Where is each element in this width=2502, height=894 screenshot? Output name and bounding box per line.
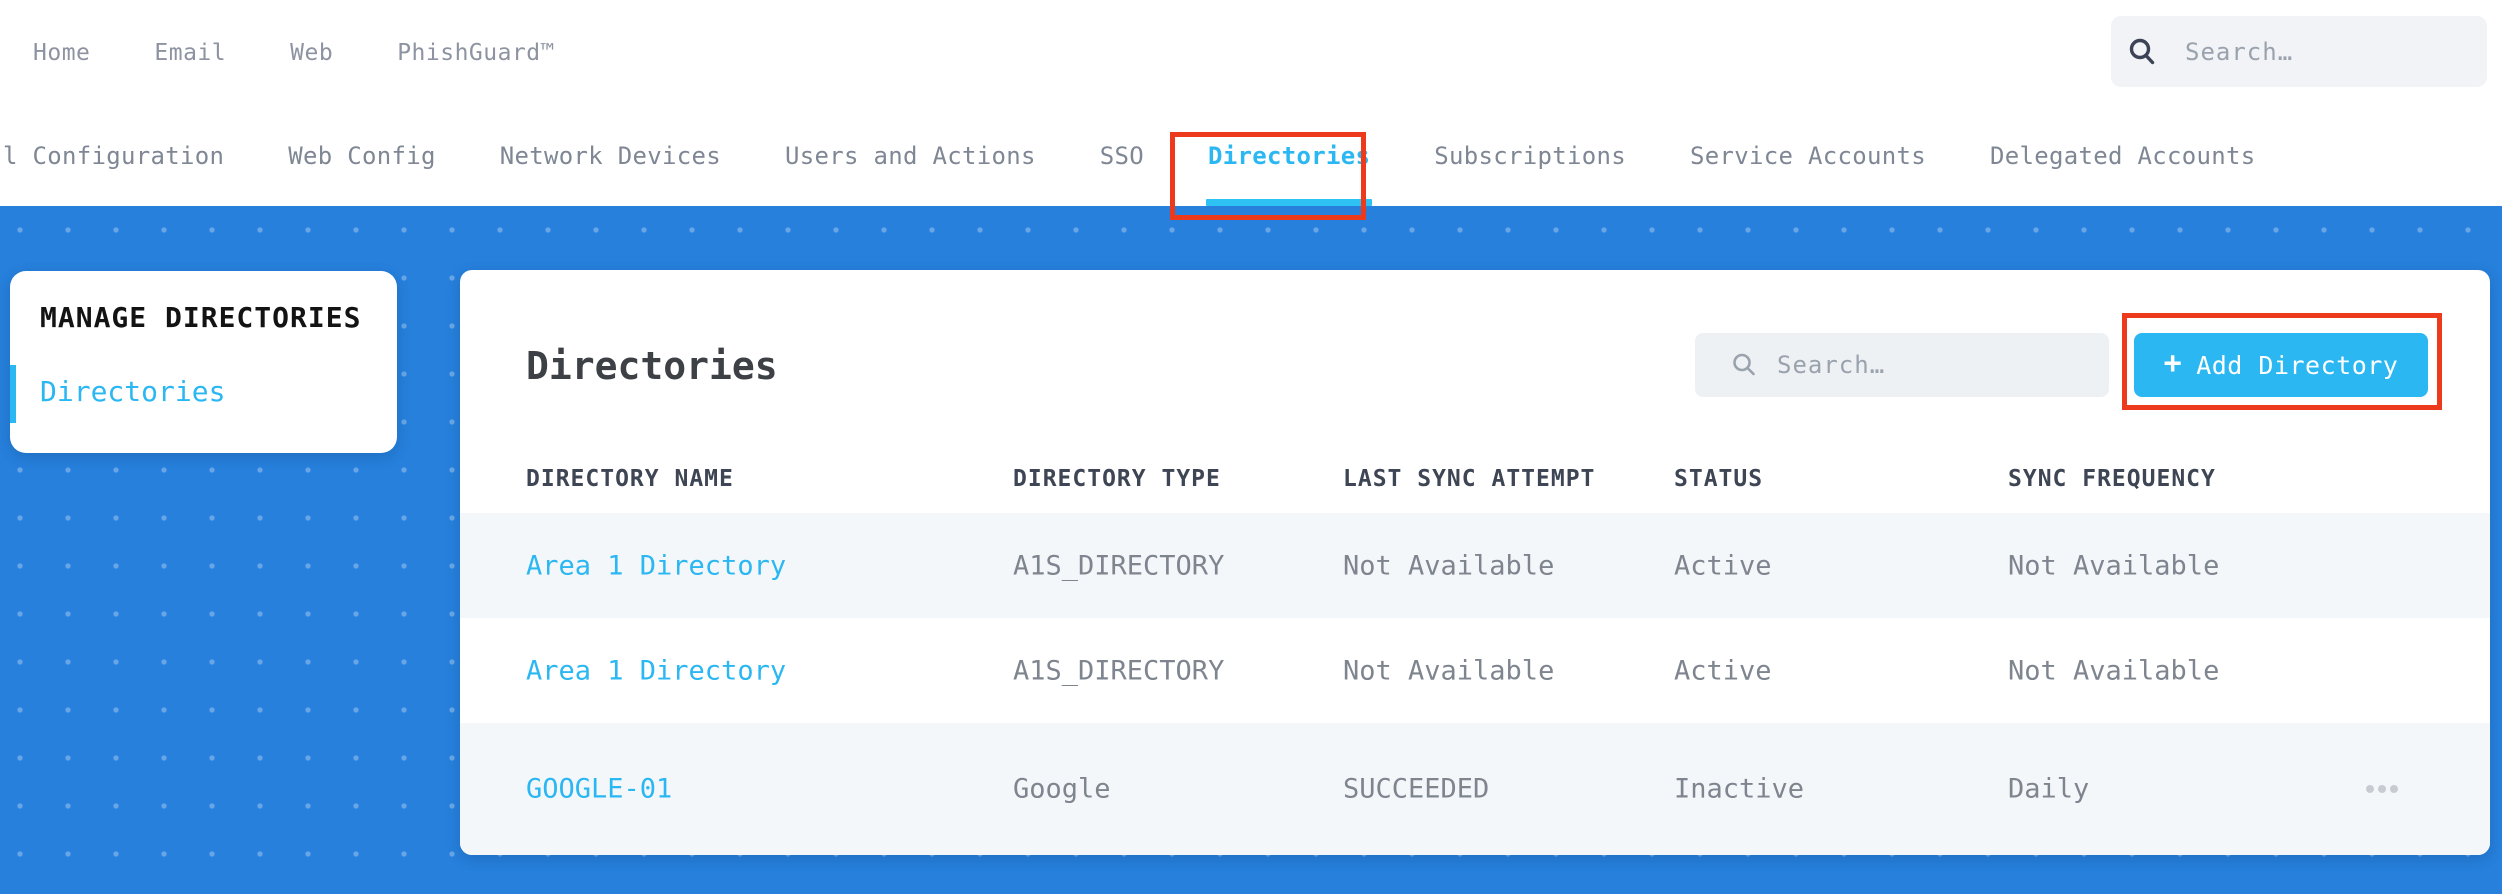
column-header-status: STATUS	[1674, 466, 1764, 492]
last-sync-cell: Not Available	[1343, 550, 1555, 581]
tab-sso[interactable]: SSO	[1100, 106, 1144, 206]
directories-search-input[interactable]	[1775, 350, 2035, 380]
last-sync-cell: SUCCEEDED	[1343, 773, 1490, 805]
directory-name-link[interactable]: Area 1 Directory	[526, 655, 786, 686]
card-heading: MANAGE DIRECTORIES	[40, 301, 362, 334]
add-directory-button[interactable]: + Add Directory	[2134, 333, 2428, 397]
tab-delegated-accounts[interactable]: Delegated Accounts	[1990, 106, 2256, 206]
active-item-indicator	[10, 365, 16, 423]
add-directory-label: Add Directory	[2196, 350, 2399, 380]
nav-item-web[interactable]: Web	[290, 40, 333, 66]
sync-frequency-cell: Not Available	[2008, 655, 2220, 686]
table-row: Area 1 Directory A1S_DIRECTORY Not Avail…	[460, 513, 2490, 618]
tab-users-and-actions[interactable]: Users and Actions	[785, 106, 1036, 206]
directory-name-link[interactable]: GOOGLE-01	[526, 774, 672, 805]
page-background: MANAGE DIRECTORIES Directories Directori…	[0, 206, 2502, 894]
tab-subscriptions[interactable]: Subscriptions	[1434, 106, 1626, 206]
directories-panel: Directories + Add Directory DIRECTORY NA…	[460, 270, 2490, 855]
global-search-box[interactable]	[2111, 16, 2487, 87]
secondary-nav-tabs: l Configuration Web Config Network Devic…	[3, 106, 2256, 206]
status-cell: Active	[1674, 550, 1772, 581]
ellipsis-icon[interactable]	[2362, 777, 2402, 801]
search-icon	[2129, 38, 2155, 64]
directory-type-cell: A1S_DIRECTORY	[1013, 550, 1225, 581]
table-header-row: DIRECTORY NAME DIRECTORY TYPE LAST SYNC …	[460, 466, 2490, 506]
last-sync-cell: Not Available	[1343, 655, 1555, 686]
column-header-directory-type: DIRECTORY TYPE	[1013, 466, 1221, 492]
column-header-last-sync-attempt: LAST SYNC ATTEMPT	[1343, 466, 1596, 492]
manage-directories-card: MANAGE DIRECTORIES Directories	[10, 271, 397, 453]
sync-frequency-cell: Daily	[2008, 773, 2090, 805]
nav-item-email[interactable]: Email	[154, 40, 226, 66]
directories-search-box[interactable]	[1695, 333, 2109, 397]
directory-type-cell: Google	[1013, 773, 1111, 805]
top-header: Home Email Web PhishGuard™ l Configurati…	[0, 0, 2502, 206]
directory-type-cell: A1S_DIRECTORY	[1013, 655, 1225, 686]
page-title: Directories	[526, 344, 778, 388]
primary-nav: Home Email Web PhishGuard™	[33, 0, 555, 106]
plus-icon: +	[2163, 346, 2183, 381]
app-screen: Home Email Web PhishGuard™ l Configurati…	[0, 0, 2502, 894]
tab-email-configuration[interactable]: l Configuration	[3, 106, 224, 206]
table-row: GOOGLE-01 Google SUCCEEDED Inactive Dail…	[460, 723, 2490, 855]
status-cell: Inactive	[1674, 773, 1805, 805]
tab-network-devices[interactable]: Network Devices	[500, 106, 721, 206]
sync-frequency-cell: Not Available	[2008, 550, 2220, 581]
tab-service-accounts[interactable]: Service Accounts	[1690, 106, 1926, 206]
search-icon	[1733, 353, 1755, 376]
tab-web-config[interactable]: Web Config	[288, 106, 436, 206]
table-row: Area 1 Directory A1S_DIRECTORY Not Avail…	[460, 618, 2490, 723]
global-search-input[interactable]	[2183, 36, 2423, 67]
status-cell: Active	[1674, 655, 1772, 686]
nav-item-phishguard[interactable]: PhishGuard™	[397, 40, 555, 66]
directory-name-link[interactable]: Area 1 Directory	[526, 550, 786, 581]
column-header-directory-name: DIRECTORY NAME	[526, 466, 734, 492]
active-tab-underline	[1206, 199, 1373, 206]
sidebar-item-directories[interactable]: Directories	[40, 375, 225, 408]
tab-directories[interactable]: Directories	[1206, 106, 1373, 206]
column-header-sync-frequency: SYNC FREQUENCY	[2008, 466, 2216, 492]
nav-item-home[interactable]: Home	[33, 40, 90, 66]
